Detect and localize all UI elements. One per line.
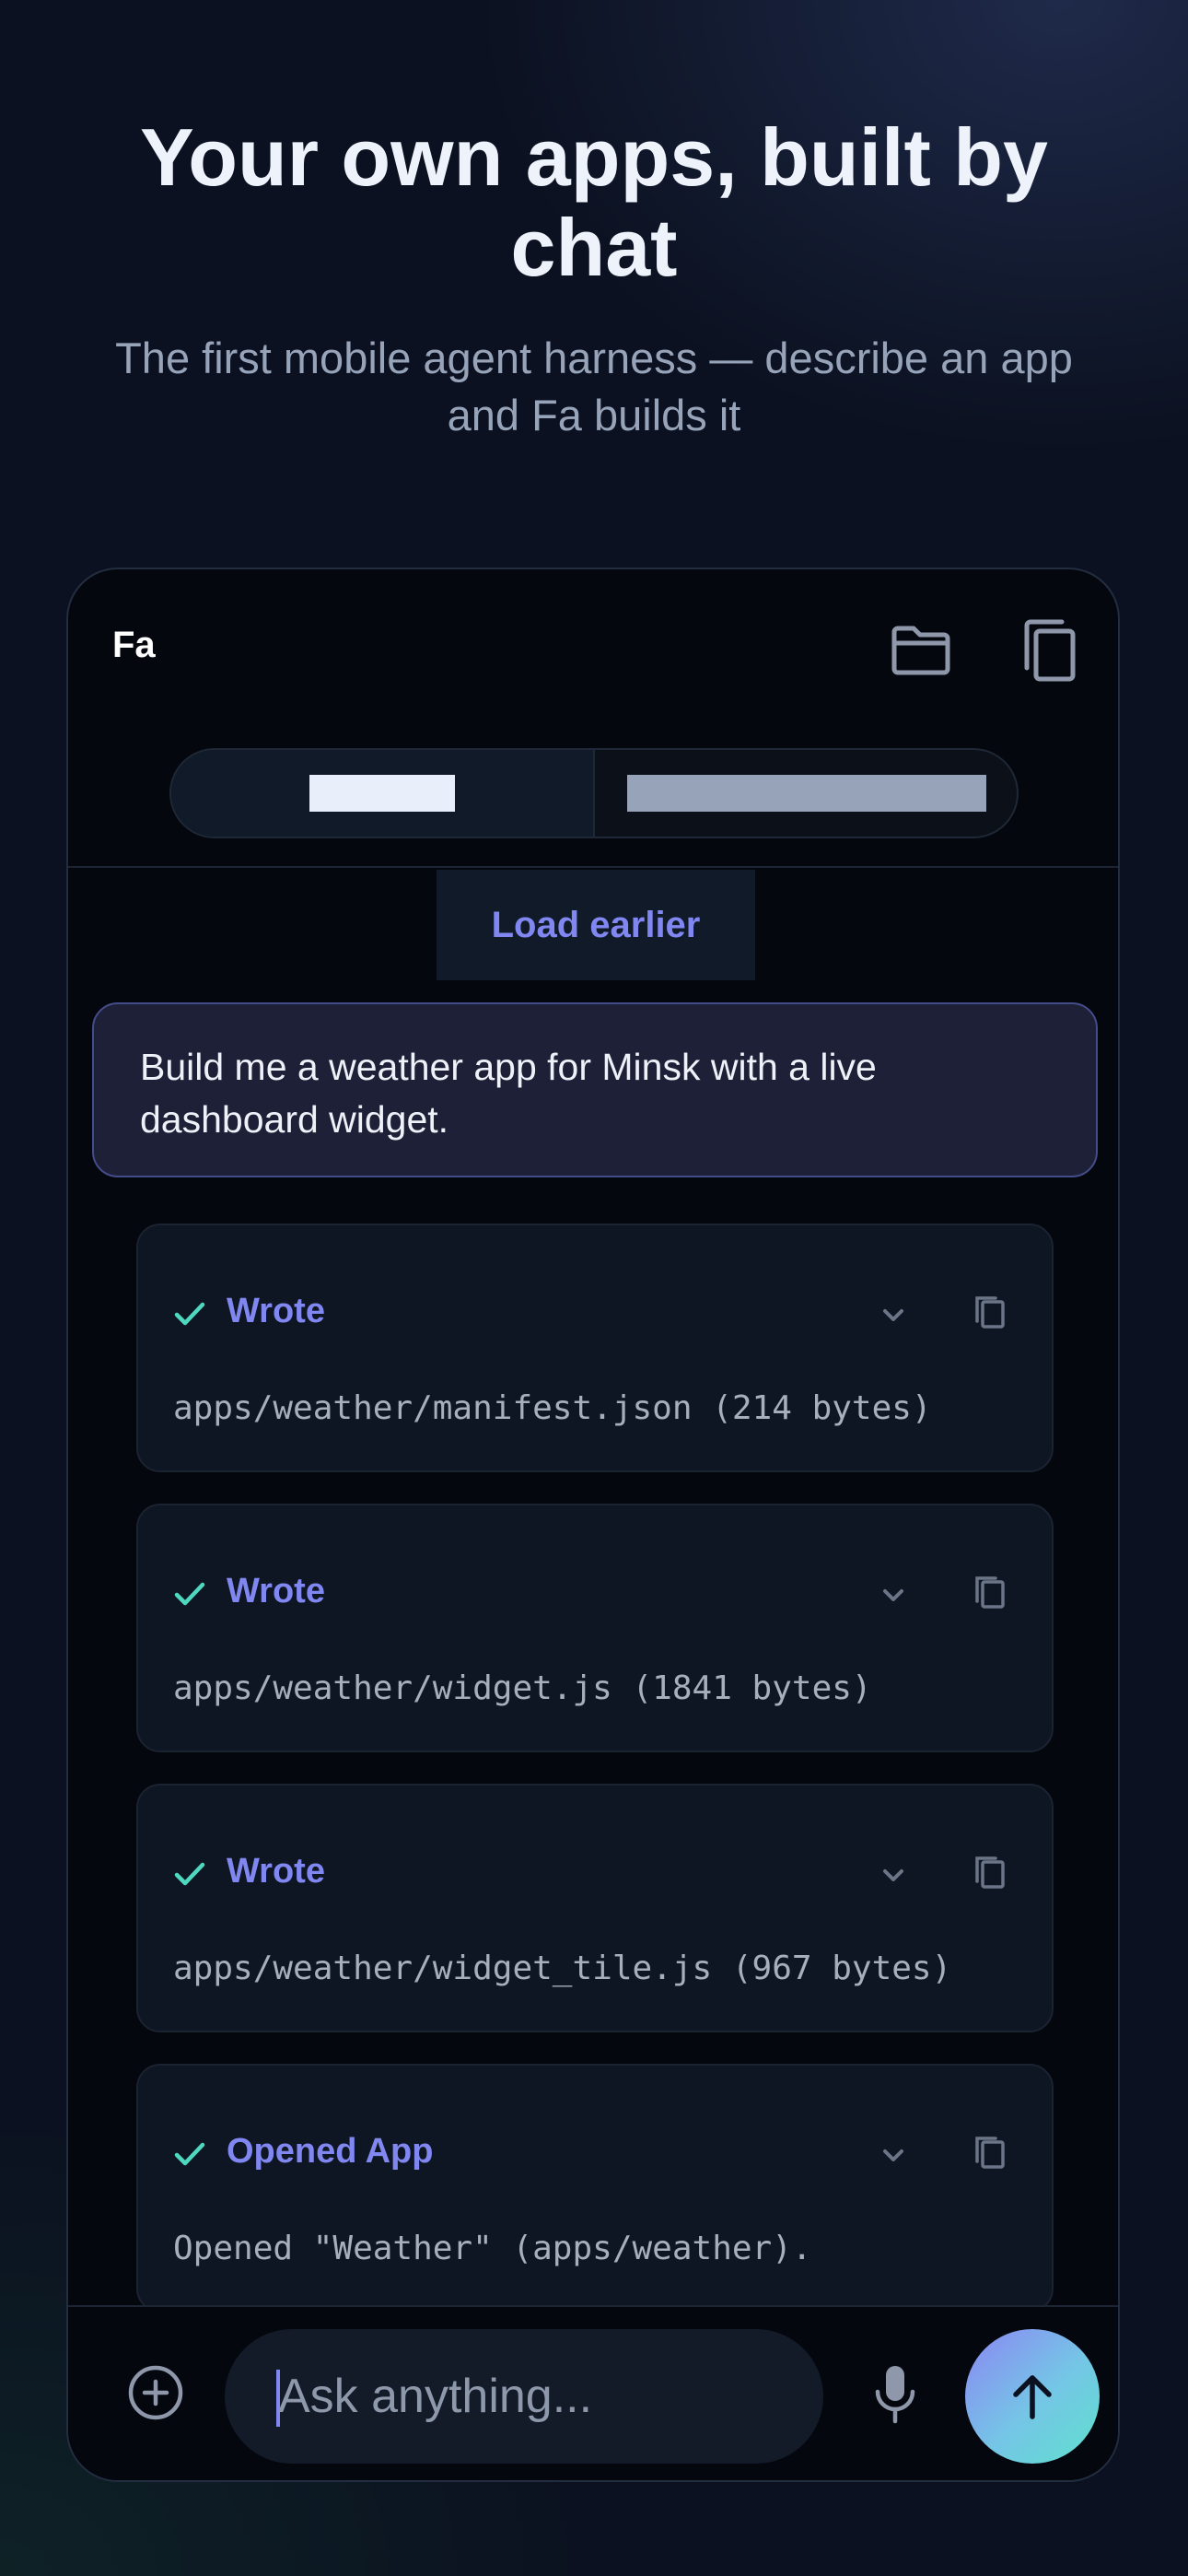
chevron-down-icon[interactable]	[875, 2137, 912, 2174]
tool-call-detail: Opened "Weather" (apps/weather).	[173, 2230, 812, 2267]
plus-circle-icon	[128, 2365, 183, 2420]
app-window: Fa Load earlier Build me a weather app f…	[66, 568, 1120, 2482]
user-message: Build me a weather app for Minsk with a …	[92, 1002, 1098, 1177]
copy-icon[interactable]	[971, 1574, 1011, 1614]
check-icon	[174, 1582, 205, 1606]
tool-call-detail: apps/weather/manifest.json (214 bytes)	[173, 1389, 932, 1427]
tool-call-title: Wrote	[227, 1852, 325, 1891]
load-earlier-button[interactable]: Load earlier	[437, 870, 755, 980]
tool-call-card: Opened App Opened "Weather" (apps/weathe…	[136, 2064, 1054, 2313]
tool-call-title: Wrote	[227, 1572, 325, 1610]
tool-call-title: Wrote	[227, 1292, 325, 1330]
chevron-down-icon[interactable]	[875, 1857, 912, 1894]
tool-call-card: Wrote apps/weather/manifest.json (214 by…	[136, 1224, 1054, 1472]
hero-subtitle: The first mobile agent harness — describ…	[115, 334, 1073, 439]
arrow-up-icon	[1013, 2375, 1052, 2419]
hero-title: Your own apps, built by chat	[140, 111, 1048, 293]
view-tab-inactive[interactable]	[595, 750, 1017, 837]
copy-icon[interactable]	[971, 2134, 1011, 2174]
folder-icon[interactable]	[886, 615, 956, 685]
view-tab-active-label-redacted	[309, 775, 455, 812]
tool-call-detail: apps/weather/widget.js (1841 bytes)	[173, 1669, 872, 1707]
composer-field	[225, 2329, 823, 2464]
composer-bar	[68, 2305, 1118, 2480]
copy-icon[interactable]	[971, 1294, 1011, 1334]
check-icon	[174, 1302, 205, 1326]
chevron-down-icon[interactable]	[875, 1297, 912, 1334]
check-icon	[174, 2142, 205, 2166]
tool-call-card: Wrote apps/weather/widget.js (1841 bytes…	[136, 1504, 1054, 1752]
app-name: Fa	[112, 625, 156, 665]
view-tab-active[interactable]	[171, 750, 595, 837]
chevron-down-icon[interactable]	[875, 1577, 912, 1614]
microphone-icon	[875, 2366, 915, 2424]
check-icon	[174, 1862, 205, 1886]
ask-input[interactable]	[278, 2329, 794, 2464]
copy-icon[interactable]	[1015, 615, 1085, 685]
view-switcher	[169, 748, 1019, 838]
copy-icon[interactable]	[971, 1854, 1011, 1894]
send-button[interactable]	[965, 2329, 1100, 2464]
voice-input-button[interactable]	[858, 2353, 932, 2436]
view-tab-inactive-label-redacted	[627, 775, 986, 812]
add-attachment-button[interactable]	[125, 2362, 186, 2423]
header-divider	[68, 866, 1118, 868]
tool-call-title: Opened App	[227, 2132, 434, 2171]
tool-call-card: Wrote apps/weather/widget_tile.js (967 b…	[136, 1784, 1054, 2032]
tool-call-detail: apps/weather/widget_tile.js (967 bytes)	[173, 1950, 952, 1987]
